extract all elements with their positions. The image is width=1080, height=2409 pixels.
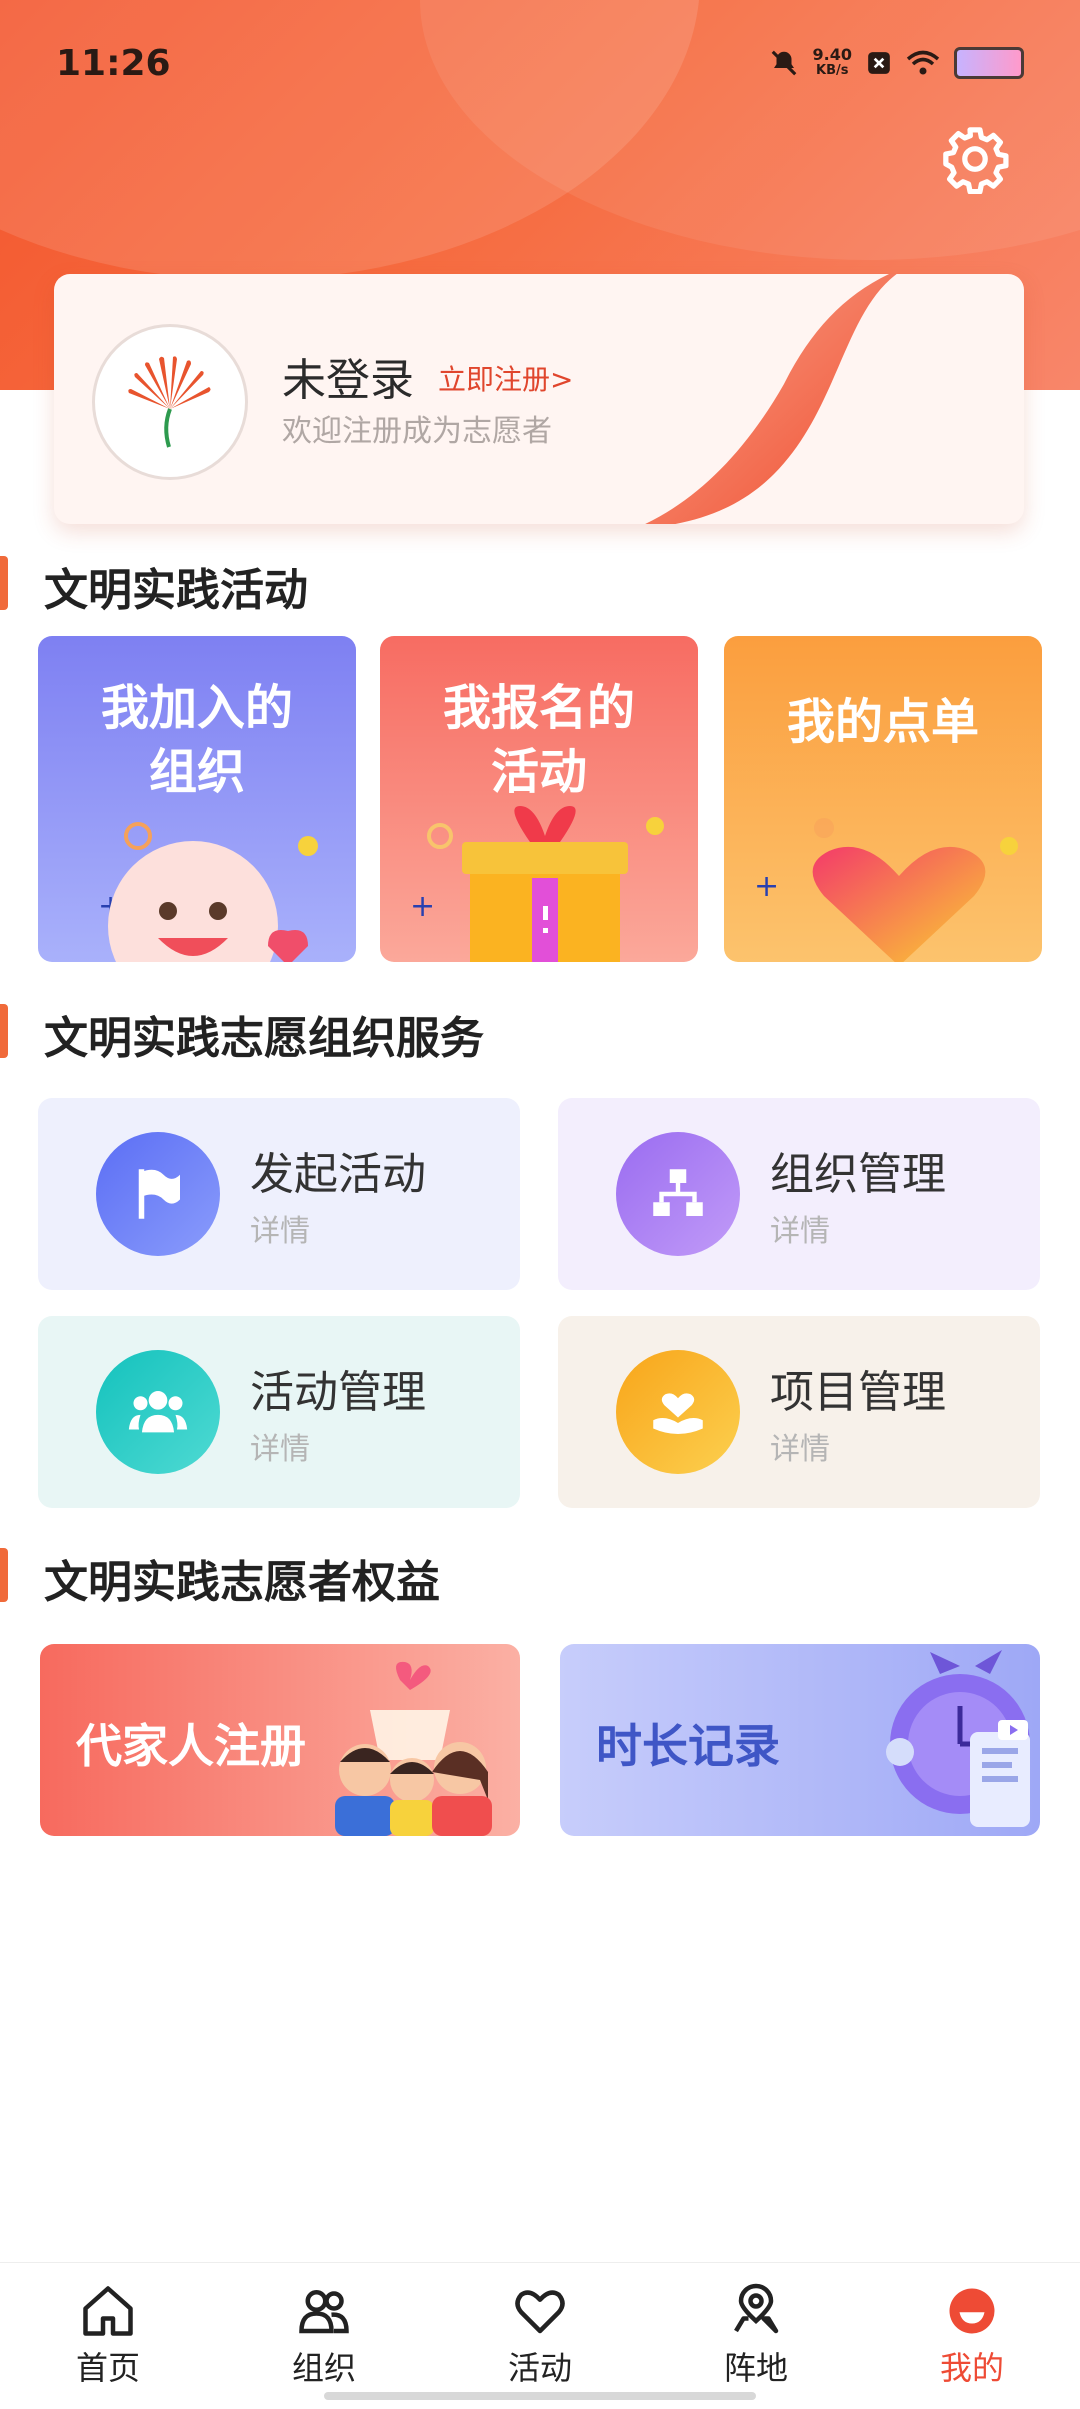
settings-gear-icon[interactable] (940, 124, 1010, 194)
sim-x-icon (868, 52, 890, 74)
profile-card[interactable]: 未登录 立即注册> 欢迎注册成为志愿者 (54, 274, 1024, 524)
flag-icon (96, 1132, 220, 1256)
welcome-text: 欢迎注册成为志愿者 (282, 414, 552, 449)
service-title: 组织管理 (770, 1149, 946, 1200)
section-marker (0, 1548, 8, 1602)
tab-organization[interactable]: 组织 (216, 2263, 432, 2409)
tab-label: 组织 (291, 2349, 356, 2387)
tab-home[interactable]: 首页 (0, 2263, 216, 2409)
smiley-face-icon: + (98, 822, 318, 962)
tab-label: 阵地 (723, 2349, 788, 2387)
card-label-line1: 我加入的 (100, 680, 293, 736)
card-label: 我的点单 (724, 690, 1042, 754)
section-marker (0, 556, 8, 610)
wifi-icon (906, 50, 940, 75)
register-link[interactable]: 立即注册> (438, 358, 573, 398)
svg-text:+: + (754, 869, 779, 904)
volunteer-logo-icon (128, 356, 211, 448)
benefit-label: 时长记录 (596, 1719, 780, 1773)
card-label-line1: 我的点单 (786, 694, 979, 750)
service-launch-activity[interactable]: 发起活动 详情 (38, 1098, 520, 1290)
card-label-line2: 组织 (148, 744, 245, 800)
speed-unit: KB/s (816, 63, 849, 78)
people-icon (299, 2290, 349, 2334)
location-icon (734, 2283, 779, 2334)
network-speed: 9.40 KB/s (813, 47, 852, 79)
bottom-tab-bar: 首页 组织 活动 阵地 我的 (0, 2262, 1080, 2409)
avatar[interactable] (92, 324, 248, 480)
benefit-duration-record[interactable]: 时长记录 (560, 1644, 1040, 1836)
service-title: 项目管理 (770, 1367, 946, 1418)
mute-bell-icon (771, 50, 796, 76)
benefit-family-register[interactable]: 代家人注册 (40, 1644, 520, 1836)
heart-icon (515, 2290, 565, 2334)
speed-value: 9.40 (812, 45, 852, 64)
status-time: 11:26 (56, 42, 171, 84)
service-title: 活动管理 (250, 1367, 426, 1418)
benefit-label: 代家人注册 (76, 1719, 306, 1773)
profile-icon (949, 2288, 995, 2334)
card-registered-activities[interactable]: 我报名的 活动 + (380, 636, 698, 962)
section-title-activities: 文明实践活动 (44, 565, 308, 616)
status-icons: 9.40 KB/s (769, 47, 1024, 79)
tab-position[interactable]: 阵地 (648, 2263, 864, 2409)
heart-hand-icon (616, 1350, 740, 1474)
service-project-management[interactable]: 项目管理 详情 (558, 1316, 1040, 1508)
decorative-leaf (645, 274, 898, 524)
battery-icon (954, 47, 1024, 79)
service-detail[interactable]: 详情 (770, 1206, 830, 1250)
login-status: 未登录 (282, 355, 414, 406)
family-illustration (335, 1661, 492, 1836)
tab-label: 首页 (75, 2349, 140, 2387)
org-chart-icon (616, 1132, 740, 1256)
card-label-line2: 活动 (490, 744, 587, 800)
service-org-management[interactable]: 组织管理 详情 (558, 1098, 1040, 1290)
service-detail[interactable]: 详情 (250, 1424, 310, 1468)
section-marker (0, 1004, 8, 1058)
group-icon (96, 1350, 220, 1474)
service-detail[interactable]: 详情 (770, 1424, 830, 1468)
card-my-orders[interactable]: 我的点单 + (724, 636, 1042, 962)
card-label: 我报名的 活动 (380, 676, 698, 804)
home-icon (83, 2286, 133, 2336)
section-title-benefits: 文明实践志愿者权益 (44, 1557, 440, 1608)
service-activity-management[interactable]: 活动管理 详情 (38, 1316, 520, 1508)
card-joined-organizations[interactable]: 我加入的 组织 + (38, 636, 356, 962)
card-label-line1: 我报名的 (442, 680, 635, 736)
status-bar: 11:26 9.40 KB/s (56, 38, 1024, 88)
tab-activities[interactable]: 活动 (432, 2263, 648, 2409)
card-label: 我加入的 组织 (38, 676, 356, 804)
section-title-org-services: 文明实践志愿组织服务 (44, 1013, 484, 1064)
clock-illustration (886, 1650, 1030, 1827)
home-indicator (324, 2392, 756, 2400)
service-title: 发起活动 (250, 1149, 426, 1200)
svg-text:+: + (410, 889, 435, 924)
gift-box-icon: + (410, 806, 664, 962)
tab-label: 我的 (939, 2349, 1004, 2387)
tab-mine[interactable]: 我的 (864, 2263, 1080, 2409)
tab-label: 活动 (507, 2349, 572, 2387)
heart-icon: + (754, 818, 1018, 962)
service-detail[interactable]: 详情 (250, 1206, 310, 1250)
